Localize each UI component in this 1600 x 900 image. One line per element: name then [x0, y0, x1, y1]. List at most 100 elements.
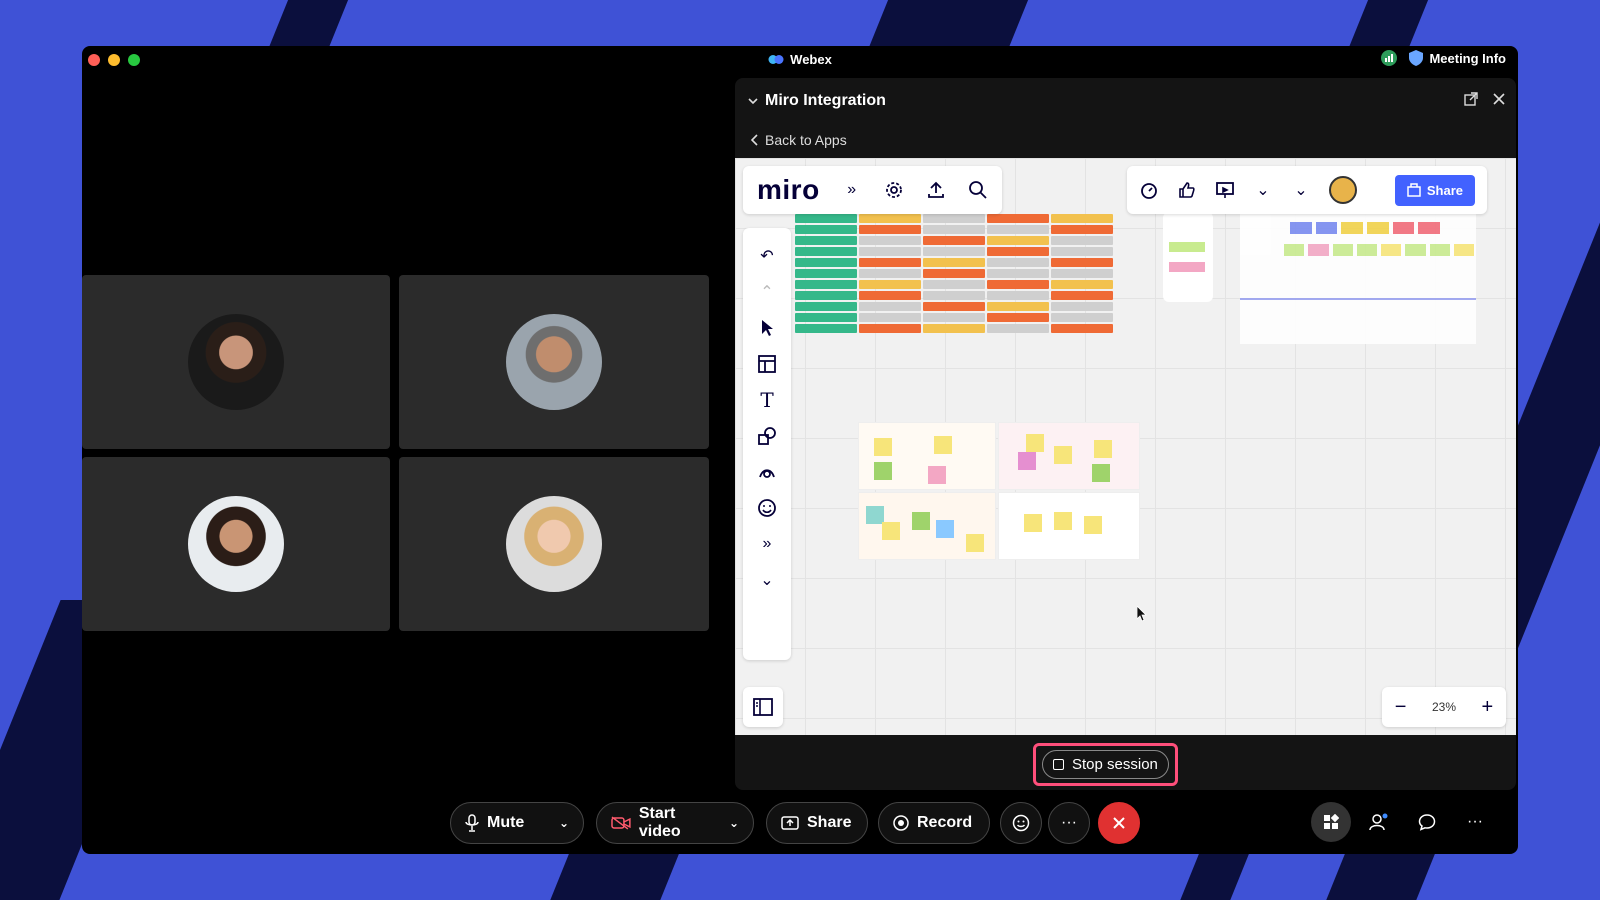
back-to-apps-link[interactable]: Back to Apps — [751, 132, 847, 148]
background-stripe — [1177, 846, 1253, 900]
expand-tools-icon[interactable]: ⌄ — [757, 570, 777, 590]
select-cursor-icon[interactable] — [757, 318, 777, 338]
timeline-cell — [1051, 214, 1113, 223]
miro-board-canvas[interactable]: miro » ⌄ ⌄ Share ↶ ⌃ T » ⌄ − 23% + — [735, 158, 1516, 735]
thumbs-up-icon[interactable] — [1177, 180, 1197, 200]
end-call-button[interactable] — [1098, 802, 1140, 844]
sticky-note[interactable] — [1084, 516, 1102, 534]
board-frame-retro[interactable] — [858, 422, 1140, 560]
sticky-note[interactable] — [1054, 512, 1072, 530]
sticky-note[interactable] — [1018, 452, 1036, 470]
sticky-note[interactable] — [1024, 514, 1042, 532]
timeline-cell — [923, 313, 985, 322]
more-options-button[interactable]: ··· — [1048, 802, 1090, 844]
timeline-cell — [987, 313, 1049, 322]
template-icon[interactable] — [757, 354, 777, 374]
timeline-cell — [987, 302, 1049, 311]
participant-tile[interactable] — [82, 457, 390, 631]
mute-button[interactable]: Mute ⌄ — [450, 802, 584, 844]
sticky-note[interactable] — [928, 466, 946, 484]
sticky-note[interactable] — [1054, 446, 1072, 464]
miro-tools-toolbar: ↶ ⌃ T » ⌄ — [743, 228, 791, 660]
sticky-note[interactable] — [936, 520, 954, 538]
share-button[interactable]: Share — [766, 802, 868, 844]
collapse-chevron-icon[interactable]: ⌄ — [1291, 180, 1311, 200]
apps-button[interactable] — [1311, 802, 1351, 842]
timeline-cell — [923, 291, 985, 300]
reactions-button[interactable] — [1000, 802, 1042, 844]
participants-button[interactable] — [1359, 802, 1399, 842]
sticky-note[interactable] — [912, 512, 930, 530]
start-video-button[interactable]: Start video ⌄ — [596, 802, 754, 844]
sticky-note[interactable] — [1094, 440, 1112, 458]
sticky-note[interactable] — [882, 522, 900, 540]
shapes-icon[interactable] — [757, 426, 777, 446]
chat-button[interactable] — [1407, 802, 1447, 842]
sticky-note[interactable] — [1092, 464, 1110, 482]
sticky-note[interactable] — [874, 438, 892, 456]
sidebar-toggle-button[interactable] — [743, 687, 783, 727]
timeline-cell — [987, 324, 1049, 333]
sticky-note[interactable] — [874, 462, 892, 480]
board-card[interactable] — [1163, 212, 1213, 302]
timeline-cell — [1051, 291, 1113, 300]
stop-session-button[interactable]: Stop session — [1042, 750, 1169, 779]
timeline-cell — [859, 324, 921, 333]
panel-header[interactable]: Miro Integration — [747, 92, 886, 110]
mute-options-icon[interactable]: ⌄ — [559, 816, 569, 830]
present-icon[interactable] — [1215, 180, 1235, 200]
more-chevron-icon[interactable]: ⌄ — [1253, 180, 1273, 200]
participant-tile[interactable] — [399, 275, 709, 449]
miro-share-button[interactable]: Share — [1394, 174, 1475, 206]
sticky-note[interactable] — [934, 436, 952, 454]
more-panels-button[interactable]: ··· — [1455, 802, 1495, 842]
timer-icon[interactable] — [1139, 180, 1159, 200]
search-icon[interactable] — [968, 180, 988, 200]
chevron-up-icon[interactable]: ⌃ — [757, 282, 777, 302]
background-stripe — [547, 846, 683, 900]
video-options-icon[interactable]: ⌄ — [729, 816, 739, 830]
sticky-note[interactable] — [1026, 434, 1044, 452]
chevron-down-icon[interactable] — [747, 95, 759, 107]
more-tools-icon[interactable]: » — [757, 534, 777, 554]
pen-tool-icon[interactable] — [757, 462, 777, 482]
timeline-cell — [923, 302, 985, 311]
miro-top-toolbar: miro » — [743, 166, 1002, 214]
title-bar-right: Meeting Info — [1381, 50, 1506, 66]
zoom-in-button[interactable]: + — [1482, 696, 1494, 719]
user-avatar[interactable] — [1329, 176, 1357, 204]
meeting-info-button[interactable]: Meeting Info — [1409, 50, 1506, 66]
timeline-row — [795, 313, 1125, 322]
sidebar-icon — [753, 698, 773, 716]
timeline-row — [795, 291, 1125, 300]
timeline-label-cell — [795, 225, 857, 234]
reaction-smiley-icon — [1012, 814, 1030, 832]
pop-out-icon[interactable] — [1464, 92, 1478, 106]
board-frame-matrix[interactable] — [1240, 214, 1476, 344]
participant-tile[interactable] — [399, 457, 709, 631]
sticky-note[interactable] — [966, 534, 984, 552]
emoji-icon[interactable] — [757, 498, 777, 518]
timeline-cell — [923, 280, 985, 289]
board-frame-timeline[interactable] — [795, 214, 1125, 334]
avatar — [506, 314, 602, 410]
timeline-row — [795, 302, 1125, 311]
double-chevron-down-icon[interactable]: » — [842, 180, 862, 200]
close-icon[interactable] — [1492, 92, 1506, 106]
signal-icon[interactable] — [1381, 50, 1398, 66]
close-icon — [1113, 817, 1125, 829]
timeline-cell — [1051, 302, 1113, 311]
upload-icon[interactable] — [926, 180, 946, 200]
timeline-label-cell — [795, 214, 857, 223]
undo-icon[interactable]: ↶ — [757, 246, 777, 266]
text-tool-icon[interactable]: T — [757, 388, 777, 412]
window-title: Webex — [82, 52, 1518, 67]
miro-logo[interactable]: miro — [757, 174, 820, 206]
more-options-icon: ··· — [1061, 814, 1077, 831]
zoom-out-button[interactable]: − — [1395, 696, 1407, 719]
gear-icon[interactable] — [884, 180, 904, 200]
timeline-cell — [859, 280, 921, 289]
timeline-row — [795, 247, 1125, 256]
participant-tile[interactable] — [82, 275, 390, 449]
record-button[interactable]: Record — [878, 802, 990, 844]
